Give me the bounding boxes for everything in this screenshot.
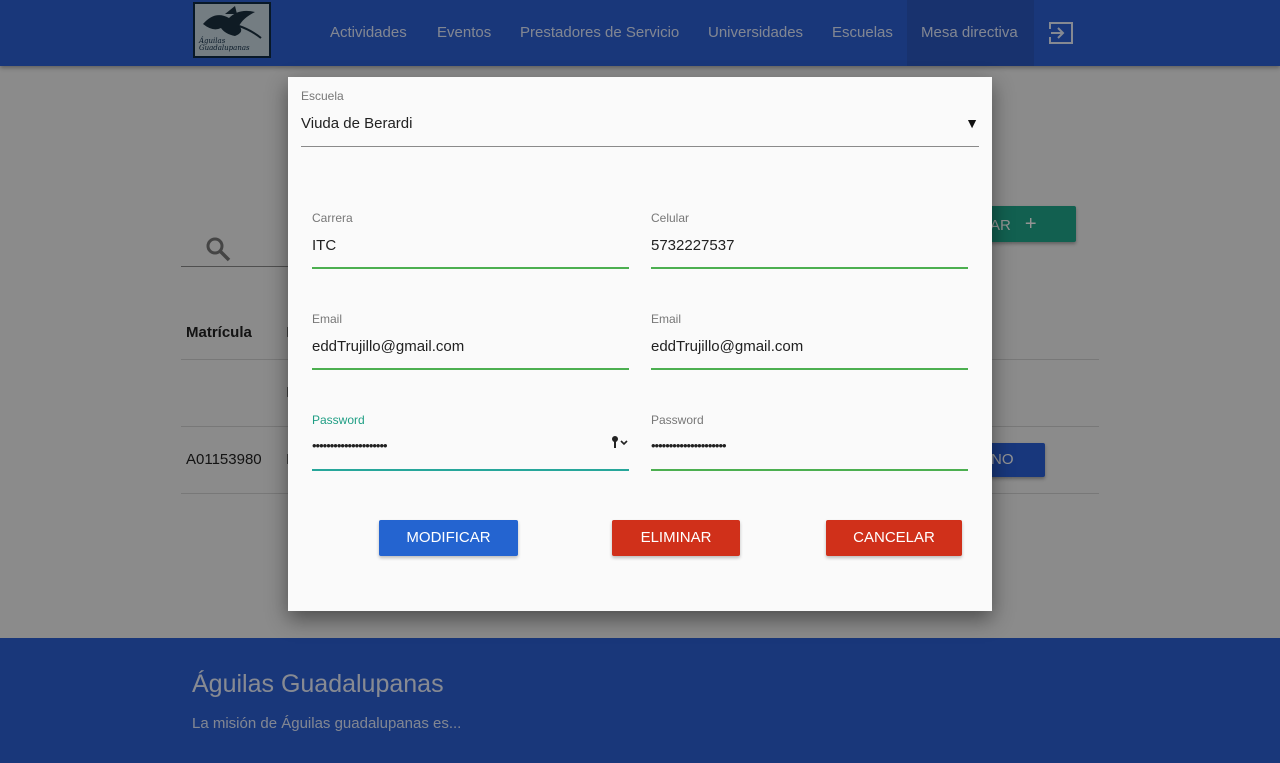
celular-label: Celular bbox=[651, 211, 690, 225]
dropdown-caret-icon: ▼ bbox=[965, 115, 979, 131]
password-value: ••••••••••••••••••••• bbox=[312, 438, 388, 453]
carrera-label: Carrera bbox=[312, 211, 353, 225]
carrera-underline bbox=[312, 267, 629, 269]
password-underline bbox=[312, 469, 629, 471]
password-confirm-label: Password bbox=[651, 413, 704, 427]
email-confirm-label: Email bbox=[651, 312, 682, 326]
modify-button[interactable]: MODIFICAR bbox=[379, 520, 518, 556]
carrera-field[interactable]: Carrera ITC bbox=[312, 211, 629, 269]
email-confirm-underline bbox=[651, 368, 968, 370]
email-confirm-value: eddTrujillo@gmail.com bbox=[651, 338, 804, 355]
celular-field[interactable]: Celular 5732227537 bbox=[651, 211, 968, 269]
password-field[interactable]: Password ••••••••••••••••••••• bbox=[312, 413, 629, 471]
cancel-button[interactable]: CANCELAR bbox=[826, 520, 962, 556]
edit-member-modal: Escuela Viuda de Berardi ▼ Carrera ITC C… bbox=[288, 77, 992, 611]
delete-button[interactable]: ELIMINAR bbox=[612, 520, 740, 556]
email-value: eddTrujillo@gmail.com bbox=[312, 338, 465, 355]
email-confirm-field[interactable]: Email eddTrujillo@gmail.com bbox=[651, 312, 968, 370]
email-underline bbox=[312, 368, 629, 370]
escuela-underline bbox=[301, 146, 979, 147]
escuela-value: Viuda de Berardi bbox=[301, 115, 413, 132]
escuela-label: Escuela bbox=[301, 89, 344, 103]
email-label: Email bbox=[312, 312, 343, 326]
celular-value: 5732227537 bbox=[651, 237, 735, 254]
password-confirm-value: ••••••••••••••••••••• bbox=[651, 438, 727, 453]
password-label: Password bbox=[312, 413, 365, 427]
password-key-icon[interactable] bbox=[611, 435, 629, 449]
carrera-value: ITC bbox=[312, 237, 337, 254]
email-field[interactable]: Email eddTrujillo@gmail.com bbox=[312, 312, 629, 370]
password-confirm-underline bbox=[651, 469, 968, 471]
password-confirm-field[interactable]: Password ••••••••••••••••••••• bbox=[651, 413, 968, 471]
escuela-select[interactable]: Escuela Viuda de Berardi ▼ bbox=[301, 89, 979, 147]
celular-underline bbox=[651, 267, 968, 269]
